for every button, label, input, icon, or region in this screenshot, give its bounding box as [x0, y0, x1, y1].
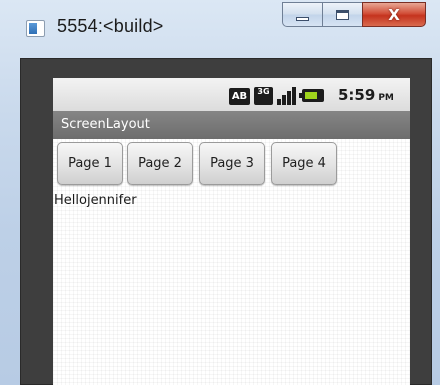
- page-2-button[interactable]: Page 2: [127, 142, 193, 185]
- minimize-icon: [296, 16, 309, 21]
- status-time-ampm: PM: [378, 93, 394, 103]
- maximize-icon: [336, 9, 349, 20]
- window-title: 5554:<build>: [57, 16, 164, 36]
- page-1-button[interactable]: Page 1: [57, 142, 123, 185]
- window-caption-buttons: X: [282, 2, 426, 28]
- close-icon: X: [388, 5, 400, 24]
- maximize-button[interactable]: [322, 2, 362, 27]
- close-button[interactable]: X: [362, 2, 426, 27]
- minimize-button[interactable]: [282, 2, 322, 27]
- battery-icon: [299, 89, 324, 102]
- page-3-button[interactable]: Page 3: [199, 142, 265, 185]
- status-bar: AB 3G 5:59 PM: [53, 78, 410, 111]
- emulator-window-icon[interactable]: [26, 20, 45, 37]
- status-time-value: 5:59: [338, 86, 376, 104]
- window-title-bar[interactable]: 5554:<build> X: [0, 0, 440, 50]
- hello-label: Hellojennifer: [54, 193, 137, 208]
- ab-icon: AB: [229, 88, 250, 105]
- app-title: ScreenLayout: [61, 117, 150, 132]
- 3g-icon: 3G: [254, 87, 273, 105]
- emulator-window: 5554:<build> X AB 3G 5:59 PM ScreenLayou…: [0, 0, 440, 385]
- phone-screen: AB 3G 5:59 PM ScreenLayout Page 1 Page 2 …: [53, 78, 410, 385]
- page-4-button[interactable]: Page 4: [271, 142, 337, 185]
- status-time: 5:59 PM: [338, 86, 394, 104]
- signal-icon: [277, 87, 297, 105]
- app-title-bar: ScreenLayout: [53, 111, 410, 139]
